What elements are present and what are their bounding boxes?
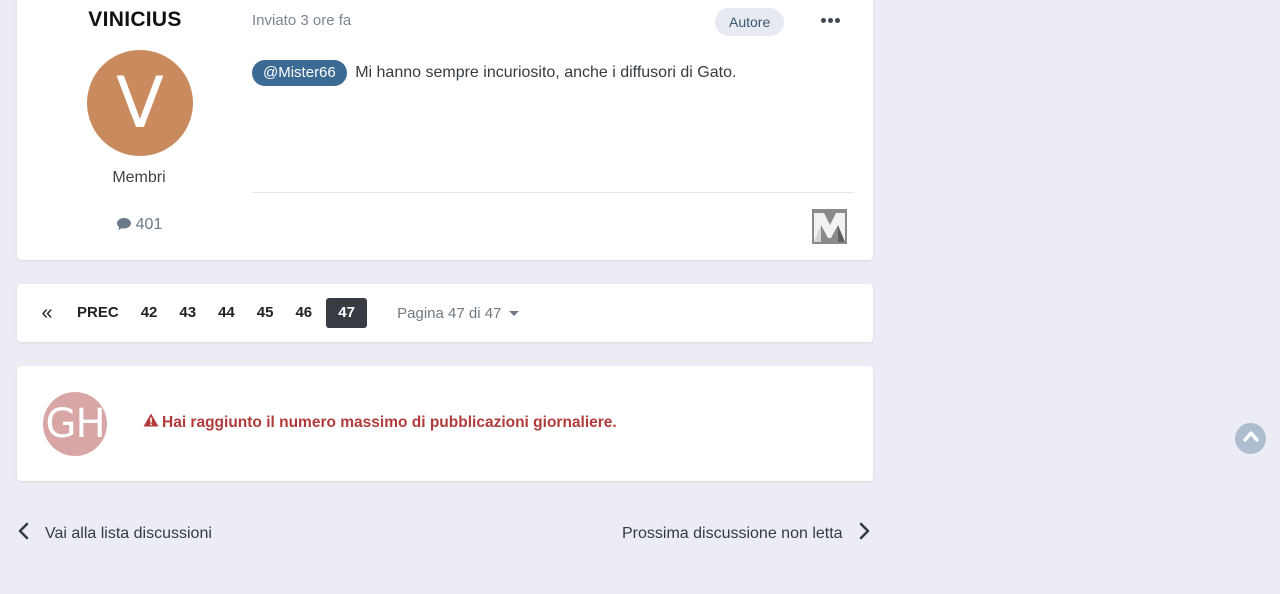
page-link-42[interactable]: 42 <box>133 298 166 328</box>
post-text: Mi hanno sempre incuriosito, anche i dif… <box>355 64 737 81</box>
page-jump-label: Pagina 47 di 47 <box>397 304 502 322</box>
post-content: @Mister66 Mi hanno sempre incuriosito, a… <box>252 60 853 86</box>
ellipsis-icon-dot <box>827 17 833 23</box>
post-divider <box>252 192 854 193</box>
author-name[interactable]: VINICIUS <box>17 8 253 32</box>
ellipsis-icon <box>820 17 826 23</box>
post-limit-text: Hai raggiunto il numero massimo di pubbl… <box>162 413 617 431</box>
prev-page-button[interactable]: PREC <box>69 298 127 328</box>
author-post-count: 401 <box>17 216 261 236</box>
caret-down-icon <box>509 310 520 316</box>
chevron-left-icon <box>17 522 29 545</box>
scroll-to-top-button[interactable] <box>1235 423 1266 454</box>
author-column: VINICIUS V Membri 401 <box>17 0 261 260</box>
post-limit-message: Hai raggiunto il numero massimo di pubbl… <box>143 413 617 432</box>
post-card: VINICIUS V Membri 401 Inviato 3 ore fa A… <box>17 0 873 260</box>
page-link-46[interactable]: 46 <box>287 298 320 328</box>
avatar-initials: GH <box>45 401 105 447</box>
author-group: Membri <box>112 169 166 186</box>
page-link-current[interactable]: 47 <box>326 298 368 328</box>
ellipsis-icon-dot <box>834 17 840 23</box>
author-avatar[interactable]: V <box>87 50 193 156</box>
reply-card: GH Hai raggiunto il numero massimo di pu… <box>17 366 873 481</box>
comment-icon <box>116 217 132 236</box>
user-mention[interactable]: @Mister66 <box>252 60 347 86</box>
warning-triangle-icon <box>143 413 159 432</box>
pagination: « PREC 42 43 44 45 46 47 Pagina 47 di 47 <box>35 298 520 328</box>
signature-logo-image <box>812 209 847 244</box>
page-link-44[interactable]: 44 <box>210 298 243 328</box>
page-jump-dropdown[interactable]: Pagina 47 di 47 <box>397 304 520 322</box>
current-user-avatar[interactable]: GH <box>43 392 107 456</box>
next-unread-topic-label: Prossima discussione non letta <box>622 524 843 542</box>
post-count-value: 401 <box>135 216 163 233</box>
pagination-card: « PREC 42 43 44 45 46 47 Pagina 47 di 47 <box>17 284 873 342</box>
more-options-button[interactable] <box>817 10 843 30</box>
next-unread-topic-link[interactable]: Prossima discussione non letta <box>622 522 871 545</box>
chevron-up-circle-icon <box>1242 429 1260 448</box>
chevron-right-icon <box>859 522 871 545</box>
page-link-43[interactable]: 43 <box>171 298 204 328</box>
back-to-topic-list-label: Vai alla lista discussioni <box>45 524 212 542</box>
post-timestamp[interactable]: Inviato 3 ore fa <box>252 12 351 29</box>
author-badge: Autore <box>715 8 785 36</box>
page-link-45[interactable]: 45 <box>249 298 282 328</box>
avatar-letter: V <box>116 62 164 144</box>
first-page-button[interactable]: « <box>35 298 59 328</box>
back-to-topic-list-link[interactable]: Vai alla lista discussioni <box>17 522 212 545</box>
